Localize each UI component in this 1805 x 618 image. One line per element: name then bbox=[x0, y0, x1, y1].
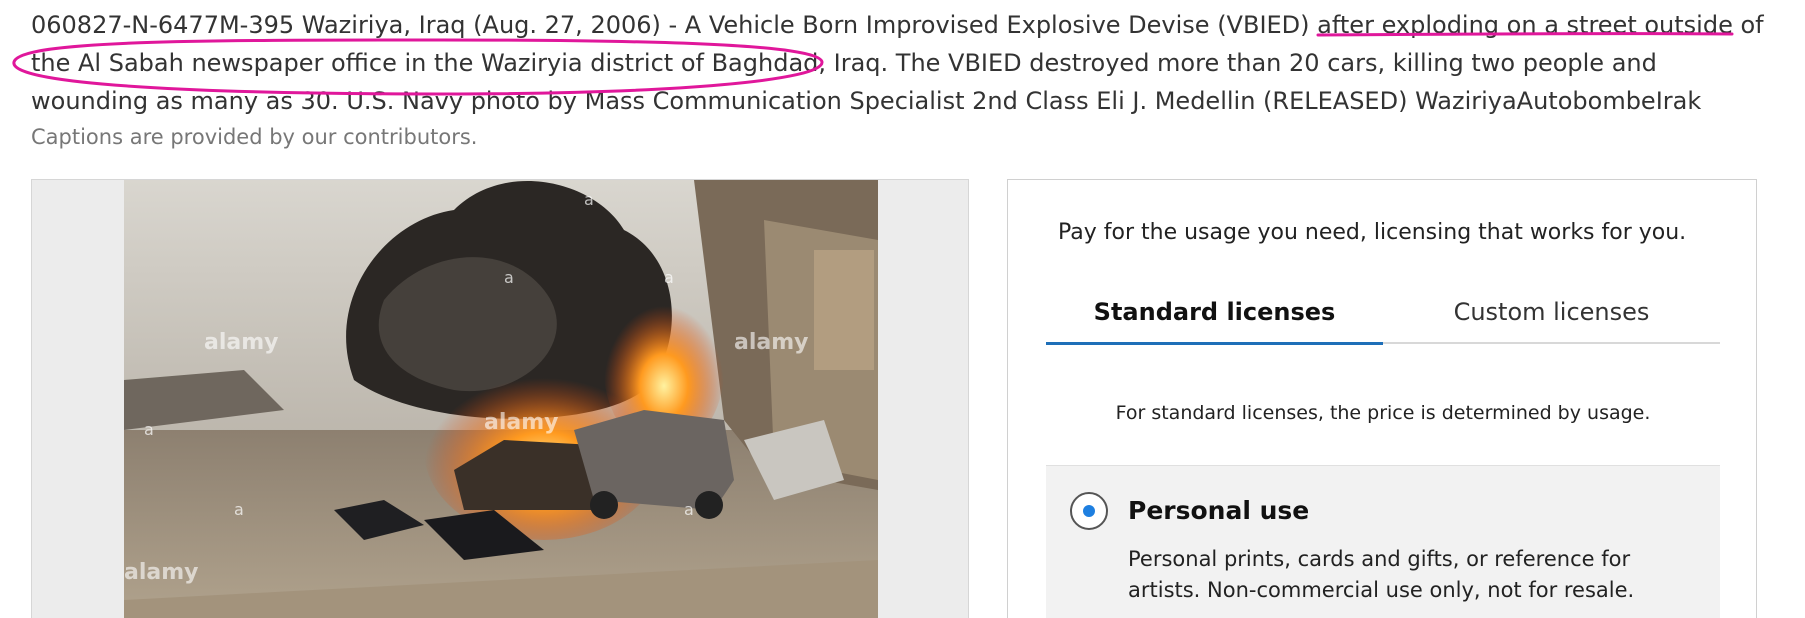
personal-use-radio[interactable] bbox=[1070, 492, 1108, 530]
watermark: alamy bbox=[124, 560, 199, 585]
option-description: Personal prints, cards and gifts, or ref… bbox=[1128, 547, 1635, 602]
radio-selected-dot bbox=[1083, 505, 1095, 517]
watermark: alamy bbox=[204, 330, 279, 355]
watermark: a bbox=[234, 500, 244, 519]
watermark: a bbox=[504, 268, 514, 287]
image-caption: 060827-N-6477M-395 Waziriya, Iraq (Aug. … bbox=[31, 11, 1764, 115]
license-option-personal-use[interactable]: Personal use Personal prints, cards and … bbox=[1046, 465, 1720, 618]
stock-photo[interactable]: alamy alamy alamy alamy a a a a a a bbox=[124, 180, 878, 618]
caption-note: Captions are provided by our contributor… bbox=[31, 125, 478, 149]
watermark: a bbox=[584, 190, 594, 209]
watermark: a bbox=[664, 268, 674, 287]
tab-custom-licenses[interactable]: Custom licenses bbox=[1383, 280, 1720, 344]
tab-standard-licenses[interactable]: Standard licenses bbox=[1046, 280, 1383, 345]
license-panel: Pay for the usage you need, licensing th… bbox=[1007, 179, 1757, 618]
watermark: a bbox=[144, 420, 154, 439]
option-title: Personal use bbox=[1128, 496, 1310, 525]
watermark: a bbox=[684, 500, 694, 519]
watermark: alamy bbox=[734, 330, 809, 355]
watermark: alamy bbox=[484, 410, 559, 435]
image-panel: alamy alamy alamy alamy a a a a a a bbox=[31, 179, 969, 618]
license-intro: Pay for the usage you need, licensing th… bbox=[1058, 220, 1687, 245]
license-note: For standard licenses, the price is dete… bbox=[1115, 402, 1651, 424]
license-tabs: Standard licenses Custom licenses bbox=[1046, 280, 1720, 345]
